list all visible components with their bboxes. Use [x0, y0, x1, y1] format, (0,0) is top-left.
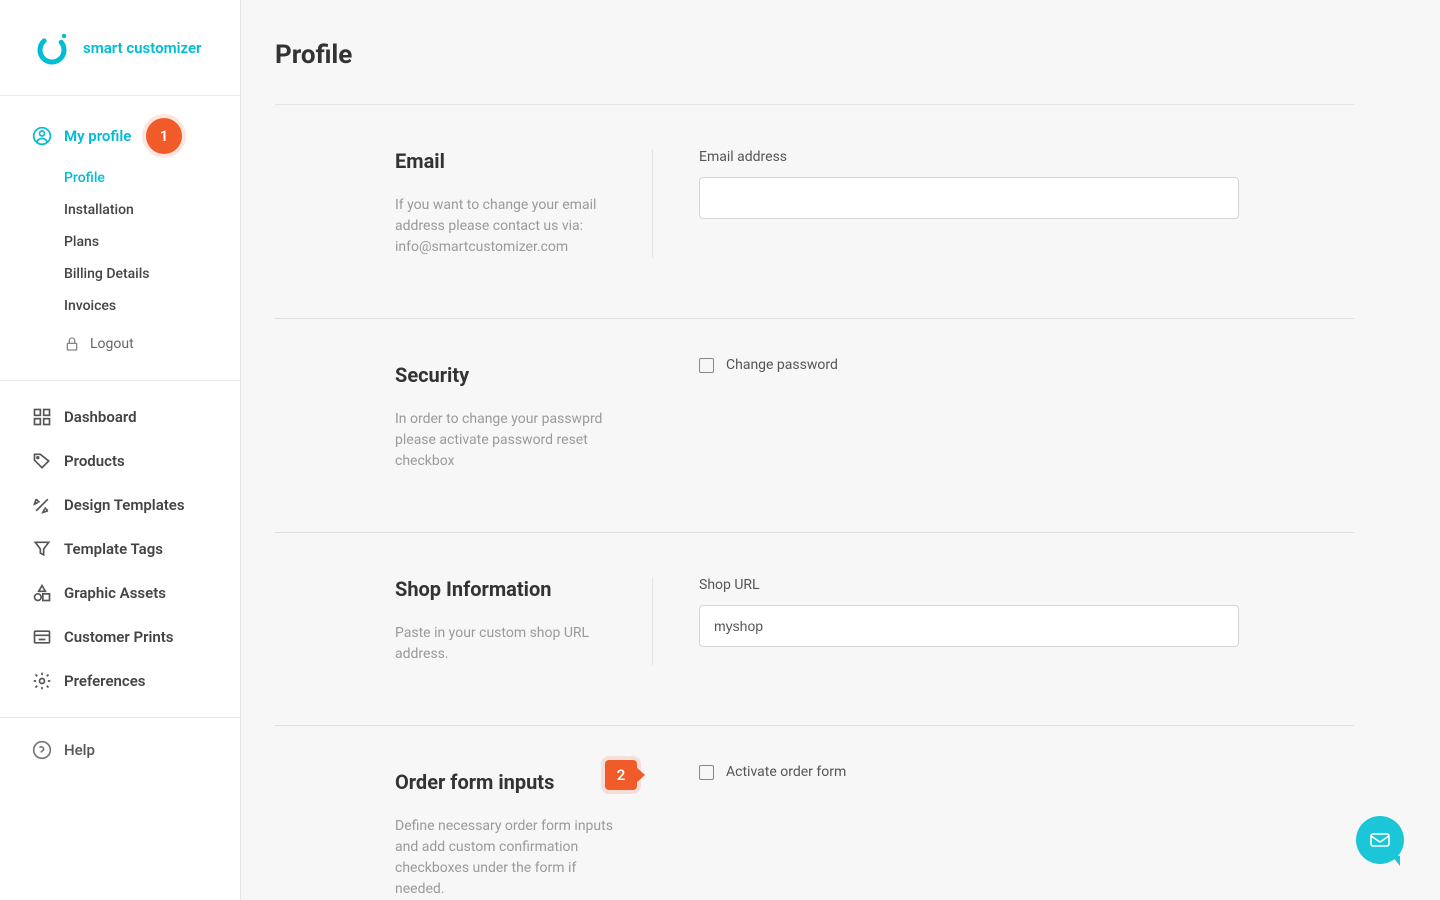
nav-label: Template Tags [64, 540, 163, 558]
nav-label: Graphic Assets [64, 584, 166, 602]
subnav-invoices[interactable]: Invoices [64, 290, 240, 322]
nav-label: Help [64, 741, 95, 759]
activate-order-form-checkbox-row[interactable]: Activate order form [699, 764, 1354, 780]
section-email: Email If you want to change your email a… [275, 105, 1354, 319]
shop-url-label: Shop URL [699, 577, 1354, 593]
section-title: Security [395, 363, 613, 387]
user-circle-icon [32, 126, 52, 146]
sidebar-item-my-profile[interactable]: My profile 1 [0, 116, 240, 156]
profile-nav-section: My profile 1 Profile Installation Plans … [0, 96, 240, 381]
subnav-plans[interactable]: Plans [64, 226, 240, 258]
nav-label: Design Templates [64, 496, 185, 514]
mail-icon [1368, 828, 1392, 852]
main-content: Profile Email If you want to change your… [241, 0, 1440, 900]
profile-subnav: Profile Installation Plans Billing Detai… [0, 156, 240, 322]
section-email-form: Email address [653, 149, 1354, 258]
sidebar-item-products[interactable]: Products [0, 439, 240, 483]
sidebar-item-help[interactable]: Help [0, 730, 240, 770]
page-title: Profile [275, 40, 1354, 105]
design-icon [32, 495, 52, 515]
subnav-installation[interactable]: Installation [64, 194, 240, 226]
section-order-form-inputs: Order form inputs Define necessary order… [275, 726, 1354, 900]
brand-name: smart customizer [83, 39, 201, 57]
sidebar-item-preferences[interactable]: Preferences [0, 659, 240, 703]
help-icon [32, 740, 52, 760]
nav-label: Products [64, 452, 125, 470]
subnav-billing-details[interactable]: Billing Details [64, 258, 240, 290]
checkbox-icon[interactable] [699, 765, 714, 780]
sidebar-item-dashboard[interactable]: Dashboard [0, 395, 240, 439]
lock-icon [64, 336, 80, 352]
notification-badge: 1 [146, 118, 182, 154]
sidebar-item-label: My profile [64, 127, 131, 145]
email-label: Email address [699, 149, 1354, 165]
checkbox-label: Change password [726, 357, 838, 373]
section-email-info: Email If you want to change your email a… [395, 149, 653, 258]
prints-icon [32, 627, 52, 647]
tag-icon [32, 451, 52, 471]
nav-label: Customer Prints [64, 628, 174, 646]
step-marker: 2 [605, 760, 637, 790]
shop-url-input[interactable] [699, 605, 1239, 647]
section-shop-form: Shop URL [653, 577, 1354, 665]
sidebar-item-customer-prints[interactable]: Customer Prints [0, 615, 240, 659]
sidebar-item-graphic-assets[interactable]: Graphic Assets [0, 571, 240, 615]
section-title: Order form inputs [395, 770, 613, 794]
email-input[interactable] [699, 177, 1239, 219]
help-section: Help [0, 718, 240, 782]
section-title: Shop Information [395, 577, 612, 601]
section-shop-information: Shop Information Paste in your custom sh… [275, 533, 1354, 726]
section-security-info: Security In order to change your passwpr… [395, 363, 653, 472]
section-security: Security In order to change your passwpr… [275, 319, 1354, 533]
filter-icon [32, 539, 52, 559]
sidebar: smart customizer My profile 1 Profile In… [0, 0, 241, 900]
section-description: Define necessary order form inputs and a… [395, 816, 613, 900]
section-shop-info: Shop Information Paste in your custom sh… [395, 577, 653, 665]
chat-button[interactable] [1356, 816, 1404, 864]
logo-icon [35, 31, 69, 65]
main-nav-section: Dashboard Products Design Templates [0, 381, 240, 718]
section-description: If you want to change your email address… [395, 195, 612, 258]
nav-label: Preferences [64, 672, 146, 690]
sidebar-item-template-tags[interactable]: Template Tags [0, 527, 240, 571]
logo-area[interactable]: smart customizer [0, 0, 240, 96]
section-description: Paste in your custom shop URL address. [395, 623, 612, 665]
logout-label: Logout [90, 336, 134, 352]
sidebar-item-design-templates[interactable]: Design Templates [0, 483, 240, 527]
checkbox-icon[interactable] [699, 358, 714, 373]
shapes-icon [32, 583, 52, 603]
section-orderform-form: 2 Activate order form [653, 770, 1354, 900]
section-description: In order to change your passwprd please … [395, 409, 613, 472]
nav-label: Dashboard [64, 408, 137, 426]
dashboard-icon [32, 407, 52, 427]
section-title: Email [395, 149, 612, 173]
gear-icon [32, 671, 52, 691]
logout-button[interactable]: Logout [0, 322, 240, 360]
subnav-profile[interactable]: Profile [64, 162, 240, 194]
change-password-checkbox-row[interactable]: Change password [699, 357, 1354, 373]
checkbox-label: Activate order form [726, 764, 846, 780]
section-security-form: Change password [653, 363, 1354, 472]
